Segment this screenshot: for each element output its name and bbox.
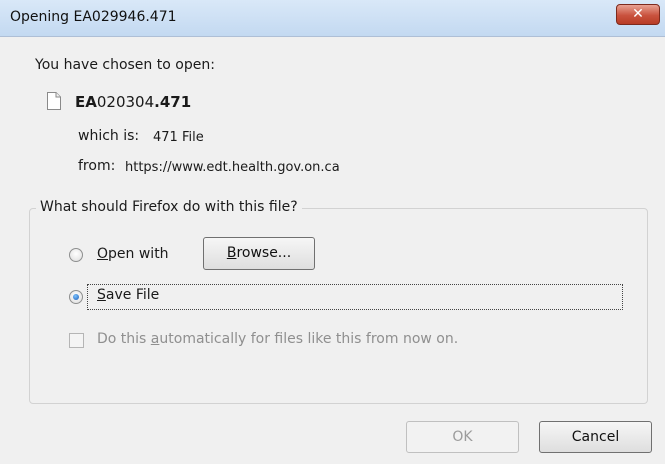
file-action-legend: What should Firefox do with this file? [36,199,302,215]
close-button[interactable]: ✕ [616,4,660,25]
file-type-label: which is: [78,128,140,144]
browse-label-text-2: rowse... [236,245,292,261]
save-file-radio[interactable] [69,290,83,304]
open-with-label[interactable]: Open with [97,246,169,262]
radio-selected-dot [73,294,79,300]
browse-button[interactable]: Browse... [203,237,315,270]
cancel-button[interactable]: Cancel [539,421,652,453]
file-icon [47,92,61,110]
save-file-label-accel: S [97,287,106,303]
open-with-label-accel: O [97,246,109,262]
file-name-suffix: .471 [154,93,192,111]
close-icon: ✕ [632,6,644,22]
browse-label-accel: B [226,245,237,261]
file-name-middle: 020304 [96,93,155,111]
intro-text: You have chosen to open: [35,57,215,73]
source-url: https://www.edt.health.gov.on.ca [125,160,340,175]
auto-label-text-1: Do this [97,331,151,347]
save-file-label-text-2: ave File [105,287,160,303]
dialog-window: Opening EA029946.471 ✕ You have chosen t… [0,0,665,464]
ok-button[interactable]: OK [406,421,519,453]
save-file-focus-ring [87,284,623,310]
auto-label-text-2: utomatically for files like this from no… [159,331,459,347]
open-with-label-text-2: pen with [108,246,169,262]
file-type-value: 471 File [153,130,204,145]
open-with-radio[interactable] [69,248,83,262]
file-name: EA020304.471 [75,93,191,111]
title-bar[interactable]: Opening EA029946.471 ✕ [0,0,665,37]
auto-open-checkbox[interactable] [69,333,84,348]
save-file-label[interactable]: Save File [97,287,159,303]
source-label: from: [78,158,116,174]
auto-open-label[interactable]: Do this automatically for files like thi… [97,331,458,347]
window-title: Opening EA029946.471 [10,9,177,25]
file-name-prefix: EA [75,93,97,111]
